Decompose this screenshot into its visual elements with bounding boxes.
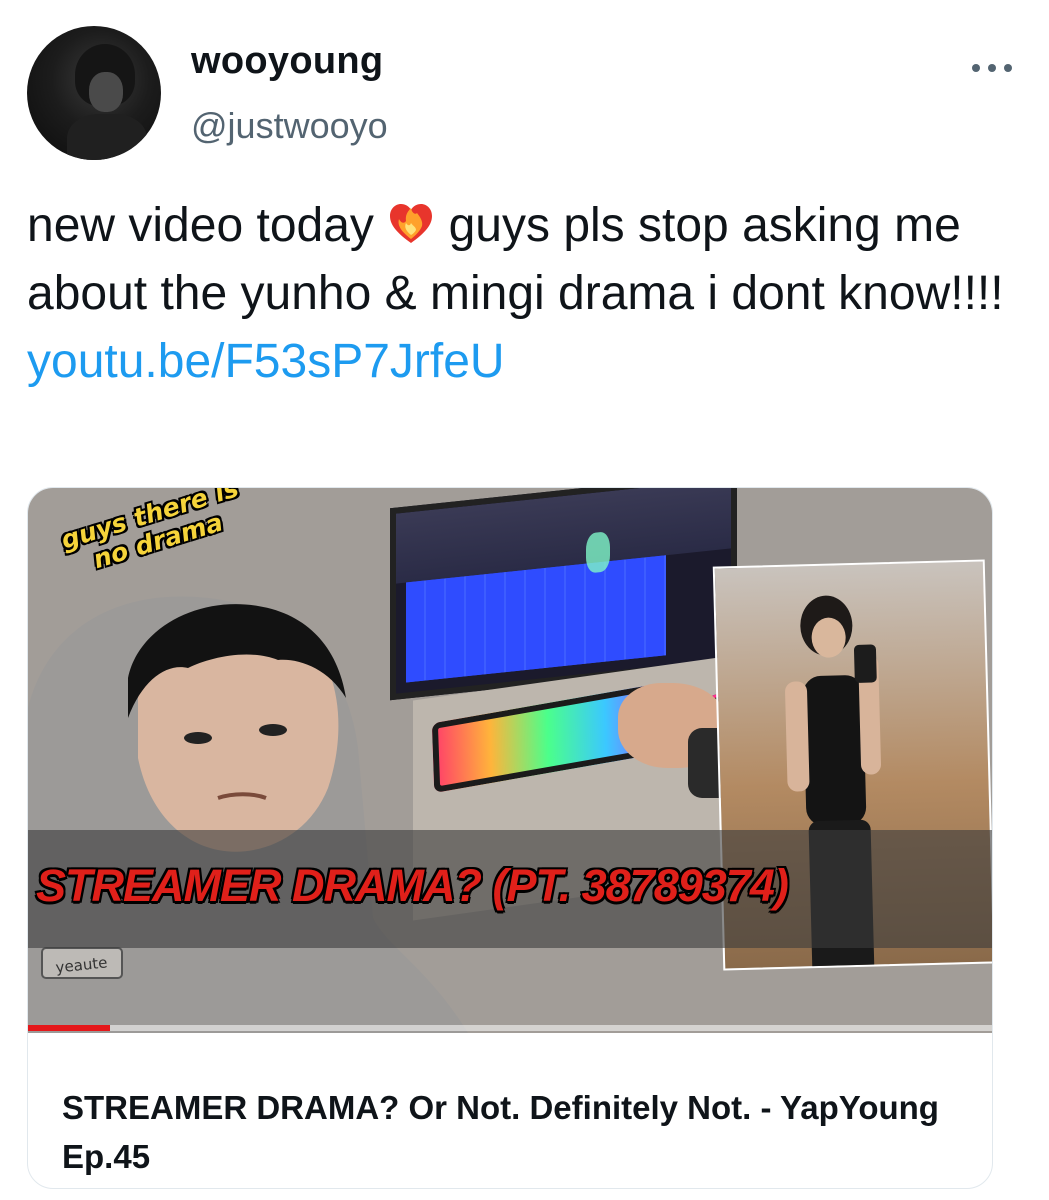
tweet-view: wooyoung @justwooyo new video today guys… bbox=[0, 0, 1049, 1200]
more-horizontal-icon-dot bbox=[988, 64, 996, 72]
link-card-title[interactable]: STREAMER DRAMA? Or Not. Definitely Not. … bbox=[62, 1083, 962, 1181]
game-glow-shape bbox=[586, 531, 610, 574]
more-horizontal-icon bbox=[972, 64, 980, 72]
video-link[interactable]: youtu.be/F53sP7JrfeU bbox=[27, 335, 505, 388]
video-thumbnail[interactable]: yeaute guys there is no drama STREAMER D… bbox=[28, 488, 992, 1033]
more-options-button[interactable] bbox=[972, 58, 1012, 78]
heart-on-fire-icon bbox=[390, 204, 433, 243]
hoodie-person-figure: yeaute bbox=[28, 596, 468, 1033]
thumbnail-sticker-text: guys there is no drama bbox=[58, 488, 250, 582]
author-handle[interactable]: @justwooyo bbox=[191, 105, 388, 147]
avatar[interactable] bbox=[27, 26, 161, 160]
link-preview-card[interactable]: yeaute guys there is no drama STREAMER D… bbox=[27, 487, 993, 1189]
thumbnail-overlay-title: STREAMER DRAMA? (PT. 38789374) bbox=[36, 860, 789, 911]
tweet-text-part-1: new video today bbox=[27, 199, 374, 252]
tweet-text: new video today guys pls stop asking me … bbox=[27, 192, 1017, 396]
watch-progress-fill bbox=[28, 1025, 110, 1031]
author-display-name[interactable]: wooyoung bbox=[191, 40, 383, 83]
more-horizontal-icon-dot bbox=[1004, 64, 1012, 72]
avatar-face-shape bbox=[89, 72, 123, 112]
watch-progress-bar bbox=[28, 1025, 992, 1031]
avatar-body-shape bbox=[67, 114, 147, 160]
